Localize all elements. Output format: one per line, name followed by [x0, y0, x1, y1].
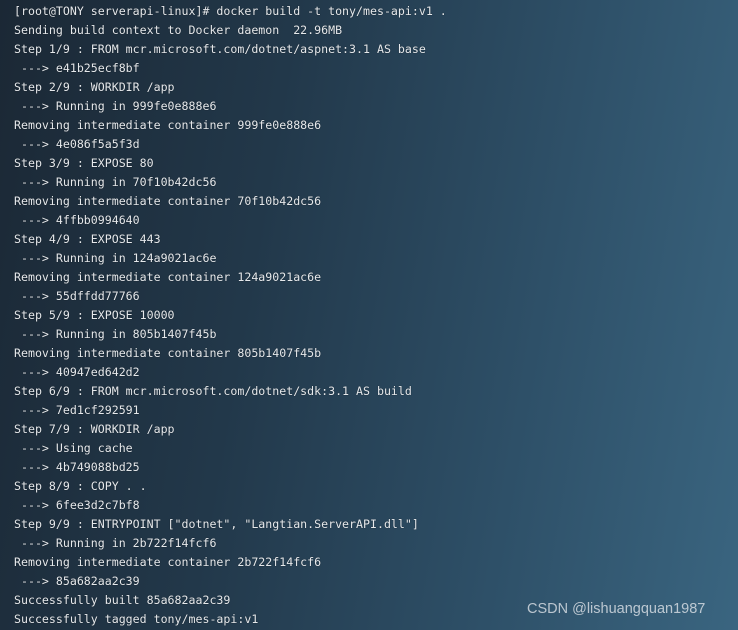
- terminal-line: Removing intermediate container 805b1407…: [14, 346, 322, 360]
- terminal-line: ---> e41b25ecf8bf: [14, 61, 140, 75]
- terminal-line: ---> Running in 999fe0e888e6: [14, 99, 217, 113]
- terminal-line: Successfully built 85a682aa2c39: [14, 593, 231, 607]
- terminal-line: Sending build context to Docker daemon 2…: [14, 23, 343, 37]
- terminal-line: ---> 55dffdd77766: [14, 289, 140, 303]
- terminal-line: Removing intermediate container 999fe0e8…: [14, 118, 322, 132]
- terminal-line: Removing intermediate container 70f10b42…: [14, 194, 322, 208]
- watermark: CSDN @lishuangquan1987: [527, 601, 706, 617]
- terminal-line: Removing intermediate container 124a9021…: [14, 270, 322, 284]
- terminal-output[interactable]: [root@TONY serverapi-linux]# docker buil…: [14, 2, 447, 629]
- terminal-line: ---> Running in 70f10b42dc56: [14, 175, 217, 189]
- terminal-line: Step 9/9 : ENTRYPOINT ["dotnet", "Langti…: [14, 517, 419, 531]
- terminal-line: ---> 4e086f5a5f3d: [14, 137, 140, 151]
- terminal-line: Step 3/9 : EXPOSE 80: [14, 156, 154, 170]
- terminal-line: ---> Using cache: [14, 441, 133, 455]
- terminal-line: [root@TONY serverapi-linux]# docker buil…: [14, 4, 447, 18]
- terminal-line: Step 1/9 : FROM mcr.microsoft.com/dotnet…: [14, 42, 426, 56]
- terminal-line: Step 4/9 : EXPOSE 443: [14, 232, 161, 246]
- terminal-line: ---> 6fee3d2c7bf8: [14, 498, 140, 512]
- terminal-line: Step 6/9 : FROM mcr.microsoft.com/dotnet…: [14, 384, 412, 398]
- terminal-line: ---> Running in 124a9021ac6e: [14, 251, 217, 265]
- terminal-line: Removing intermediate container 2b722f14…: [14, 555, 322, 569]
- terminal-line: Step 8/9 : COPY . .: [14, 479, 147, 493]
- terminal-line: ---> 7ed1cf292591: [14, 403, 140, 417]
- terminal-line: Successfully tagged tony/mes-api:v1: [14, 612, 259, 626]
- terminal-line: Step 5/9 : EXPOSE 10000: [14, 308, 175, 322]
- terminal-line: ---> 40947ed642d2: [14, 365, 140, 379]
- terminal-line: ---> 4b749088bd25: [14, 460, 140, 474]
- terminal-line: Step 2/9 : WORKDIR /app: [14, 80, 175, 94]
- terminal-line: ---> 4ffbb0994640: [14, 213, 140, 227]
- terminal-line: ---> Running in 2b722f14fcf6: [14, 536, 217, 550]
- terminal-line: Step 7/9 : WORKDIR /app: [14, 422, 175, 436]
- terminal-line: ---> 85a682aa2c39: [14, 574, 140, 588]
- terminal-line: ---> Running in 805b1407f45b: [14, 327, 217, 341]
